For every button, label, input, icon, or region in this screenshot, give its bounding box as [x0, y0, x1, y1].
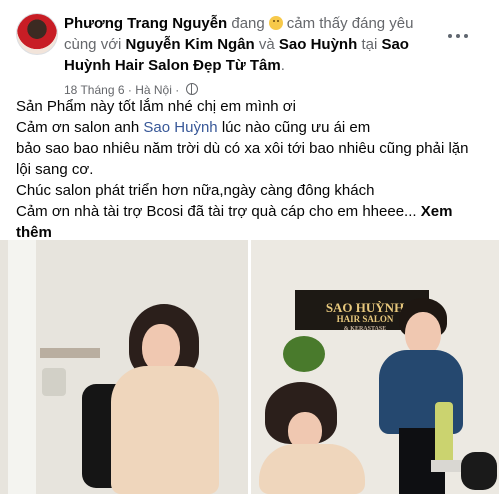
facebook-post: Phương Trang Nguyễn đang cảm thấy đáng yê…	[0, 0, 499, 494]
content-line-5-text: Cảm ơn nhà tài trợ Bcosi đã tài trợ quà …	[16, 203, 417, 220]
content-line-5: Cảm ơn nhà tài trợ Bcosi đã tài trợ quà …	[16, 201, 486, 243]
smiling-face-icon	[268, 16, 283, 30]
photo-gallery: SAO HUỲNH HAIR SALON & KERASTASE	[0, 240, 499, 494]
content-line-2: Cảm ơn salon anh Sao Huỳnh lúc nào cũng …	[16, 117, 486, 138]
post-date[interactable]: 18 Tháng 6	[64, 83, 125, 97]
period-text: .	[280, 57, 285, 74]
content-line-4: Chúc salon phát triển hơn nữa,ngày càng …	[16, 182, 375, 199]
feeling-text: cảm thấy đáng yêu	[286, 15, 414, 32]
more-options-button[interactable]	[440, 24, 476, 48]
more-options-icon	[448, 34, 452, 38]
at-text: tại	[361, 36, 378, 53]
post-header: Phương Trang Nguyễn đang cảm thấy đáng yê…	[16, 11, 486, 97]
tagged-person-2[interactable]: Sao Huỳnh	[279, 36, 357, 53]
salon-photo-left[interactable]	[0, 240, 248, 494]
feeling-prefix: đang	[231, 15, 265, 32]
globe-icon[interactable]	[185, 83, 198, 95]
mentioned-page-link[interactable]: Sao Huỳnh	[143, 119, 217, 136]
author-name[interactable]: Phương Trang Nguyễn	[64, 15, 227, 32]
author-avatar[interactable]	[16, 13, 58, 55]
salon-photo-right[interactable]: SAO HUỲNH HAIR SALON & KERASTASE	[251, 240, 499, 494]
with-text: cùng với	[64, 36, 122, 53]
more-options-icon	[464, 34, 468, 38]
post-location[interactable]: Hà Nội	[135, 83, 172, 97]
woman-top	[259, 444, 365, 494]
content-line-2-prefix: Cảm ơn salon anh	[16, 119, 140, 136]
tagged-person-1[interactable]: Nguyễn Kim Ngân	[126, 36, 255, 53]
salon-equipment	[461, 452, 497, 490]
meta-separator-2: ·	[175, 83, 180, 97]
woman-face	[142, 324, 180, 372]
more-options-icon	[456, 34, 460, 38]
and-text: và	[258, 36, 275, 53]
bag	[42, 368, 66, 396]
post-content: Sản Phẩm này tốt lắm nhé chị em mình ơi …	[16, 96, 486, 243]
woman-top	[111, 366, 219, 494]
content-line-2-suffix: lúc nào cũng ưu ái em	[221, 119, 371, 136]
shelf	[40, 348, 100, 358]
meta-separator: ·	[127, 83, 132, 97]
white-pillar	[8, 240, 36, 494]
potted-plant	[283, 336, 325, 372]
post-author-line: Phương Trang Nguyễn đang cảm thấy đáng yê…	[64, 13, 444, 76]
content-line-1: Sản Phẩm này tốt lắm nhé chị em mình ơi	[16, 98, 296, 115]
content-line-3: bảo sao bao nhiêu năm trời dù có xa xôi …	[16, 140, 469, 178]
